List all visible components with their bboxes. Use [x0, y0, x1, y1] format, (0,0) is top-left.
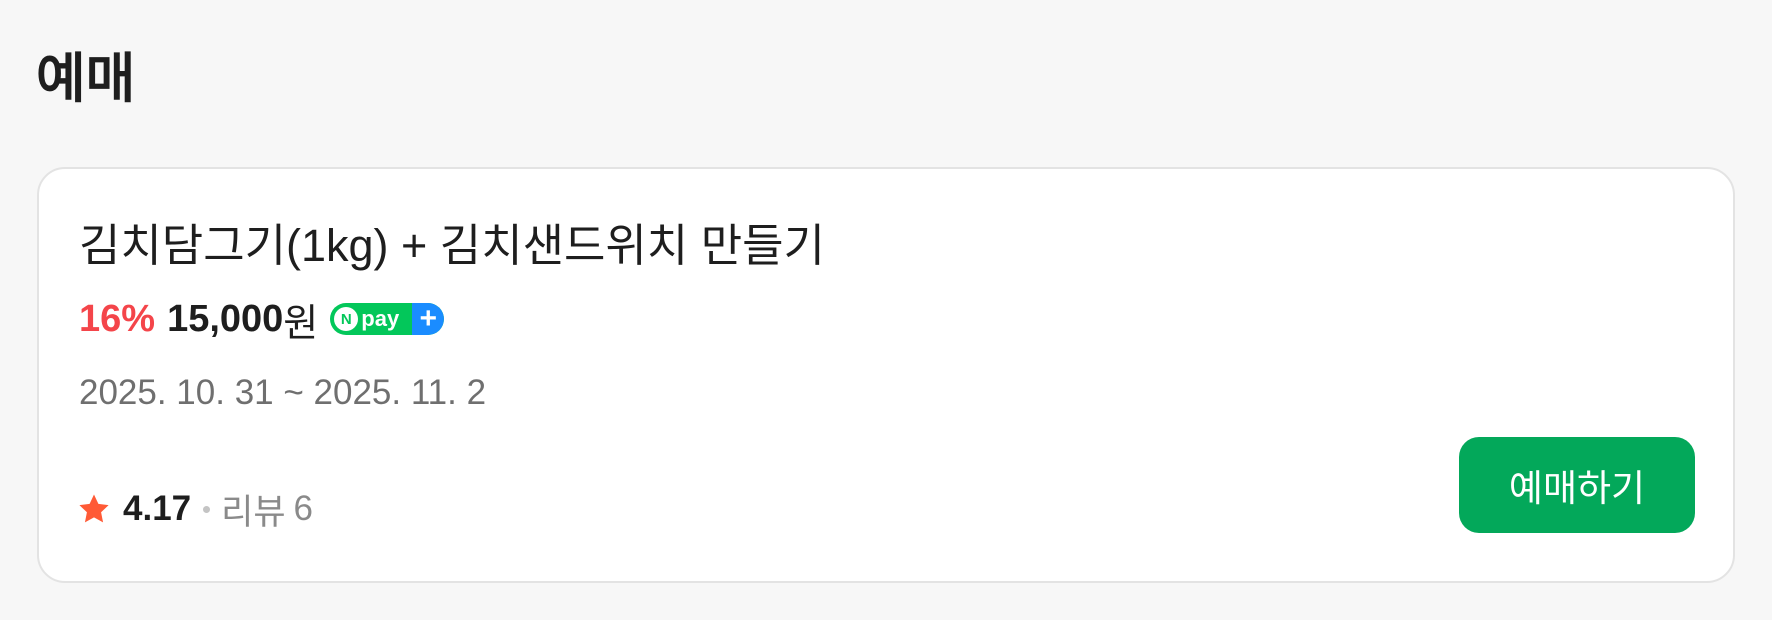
rating-value: 4.17: [123, 489, 192, 528]
npay-text: pay: [361, 306, 400, 331]
product-card[interactable]: 김치담그기(1kg) + 김치샌드위치 만들기 16% 15,000 원 N p…: [37, 167, 1735, 583]
rating-row: 4.17 리뷰 6: [77, 487, 313, 532]
reserve-button[interactable]: 예매하기: [1459, 437, 1695, 533]
review-label[interactable]: 리뷰: [221, 484, 285, 535]
price-value: 15,000: [167, 297, 284, 340]
discount-rate: 16%: [79, 297, 156, 340]
npay-plus-badge-icon: N pay +: [330, 303, 445, 335]
npay-n-logo: N: [334, 307, 359, 331]
price-row: 16% 15,000 원 N pay +: [79, 297, 445, 345]
product-title[interactable]: 김치담그기(1kg) + 김치샌드위치 만들기: [79, 223, 825, 268]
npay-plus-icon: +: [412, 303, 445, 335]
separator-dot: [203, 505, 211, 513]
review-count[interactable]: 6: [294, 489, 313, 529]
reservation-period: 2025. 10. 31 ~ 2025. 11. 2: [79, 373, 487, 412]
price-unit: 원: [283, 302, 319, 345]
star-icon: [79, 494, 109, 523]
reservation-section: 예매 김치담그기(1kg) + 김치샌드위치 만들기 16% 15,000 원 …: [0, 0, 1772, 620]
section-title: 예매: [36, 49, 136, 109]
